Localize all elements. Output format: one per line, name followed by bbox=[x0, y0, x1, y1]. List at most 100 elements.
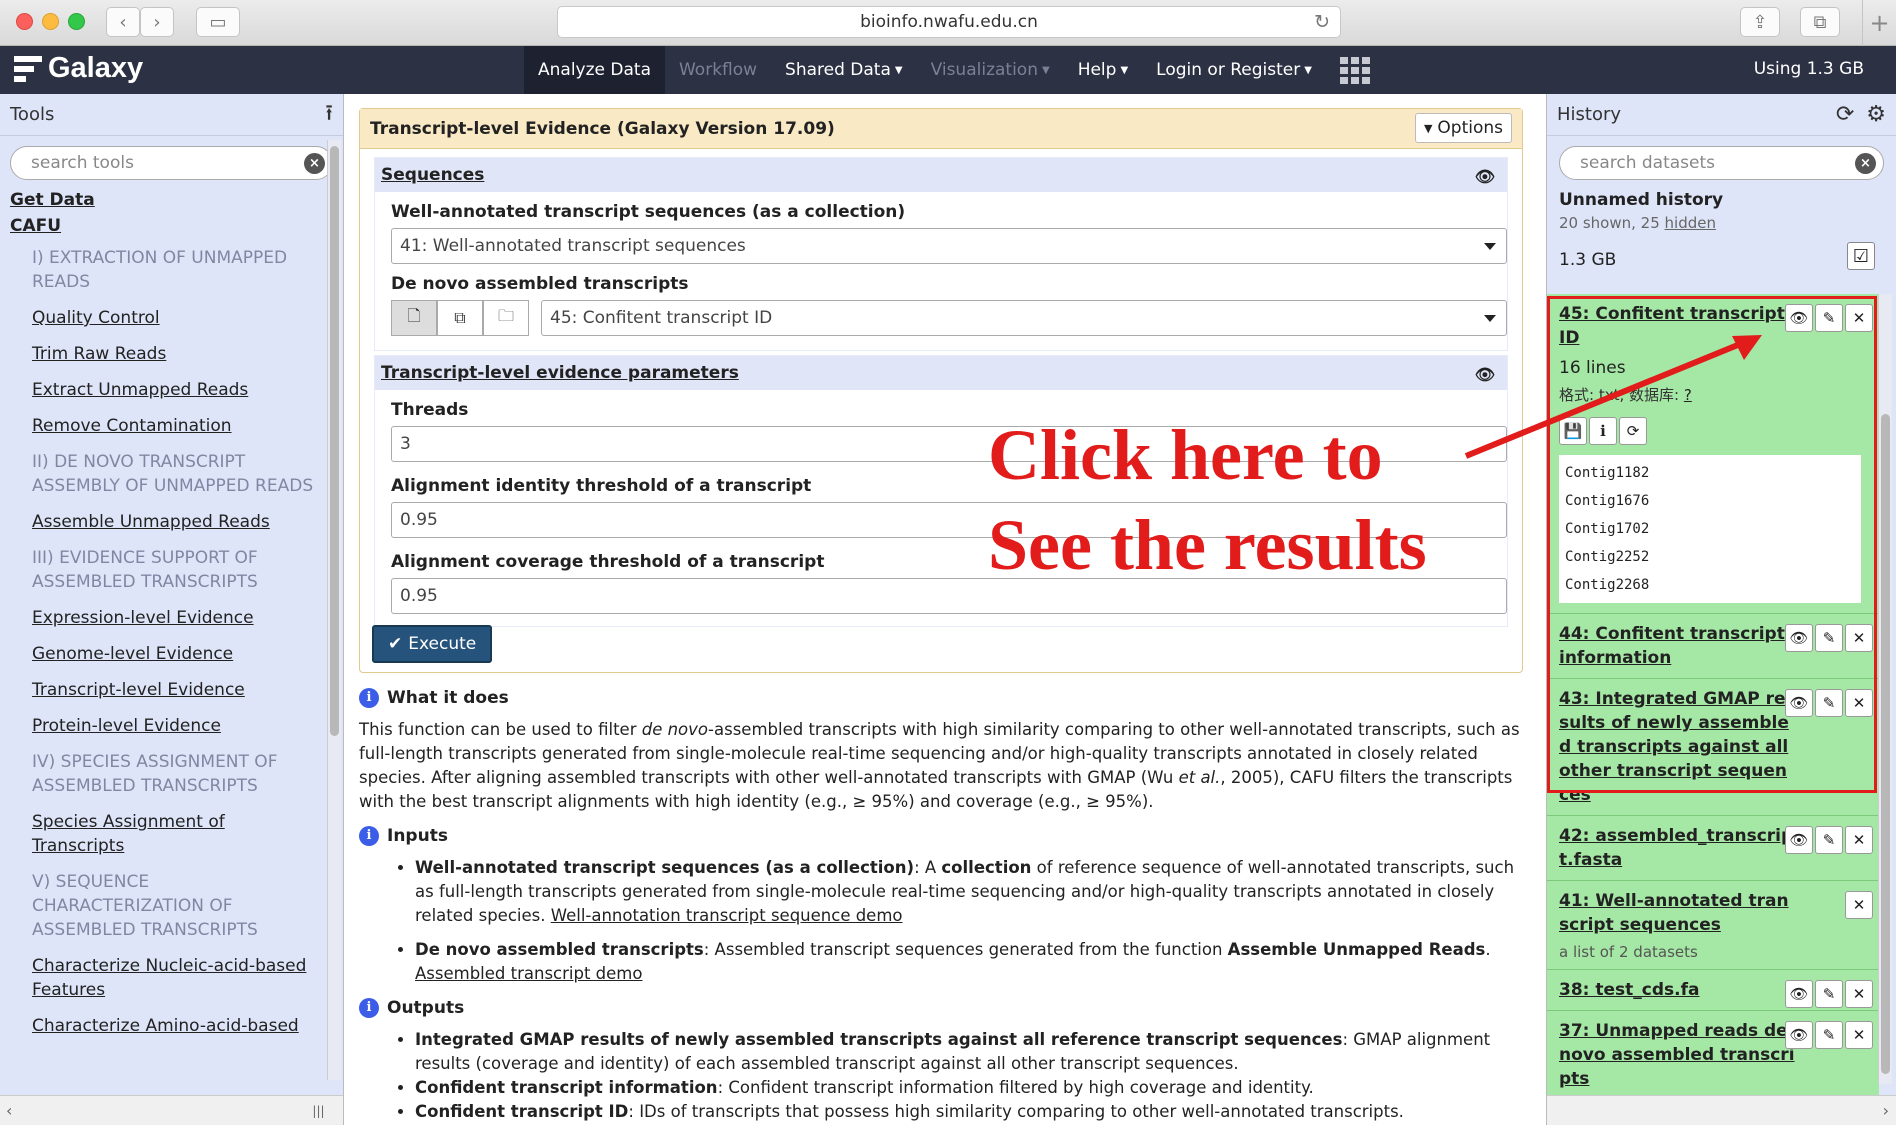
dataset-search-input[interactable]: search datasets × bbox=[1559, 146, 1884, 180]
sidebar-toggle-button[interactable]: ▭ bbox=[196, 7, 240, 37]
history-dataset[interactable]: 42: assembled_transcript.fasta 👁 ✎ ✕ bbox=[1547, 816, 1879, 881]
eye-icon[interactable]: 👁 bbox=[1785, 1021, 1813, 1049]
scroll-right-icon[interactable]: › bbox=[1883, 1101, 1889, 1120]
tool-link[interactable]: Characterize Amino-acid-based bbox=[10, 1014, 320, 1038]
dataset-title[interactable]: 37: Unmapped reads de novo assembled tra… bbox=[1559, 1019, 1795, 1091]
history-scrollbar[interactable] bbox=[1878, 294, 1892, 1084]
dataset-title[interactable]: 38: test_cds.fa bbox=[1559, 978, 1795, 1002]
sequences-section-header[interactable]: Sequences 👁 bbox=[375, 158, 1507, 192]
zoom-window-button[interactable] bbox=[68, 13, 85, 30]
wellannotated-select[interactable]: 41: Well-annotated transcript sequences bbox=[391, 228, 1507, 264]
tool-panel-hscrollbar[interactable]: ‹ ||| bbox=[0, 1095, 343, 1125]
tool-link[interactable]: Characterize Nucleic-acid-based Features bbox=[10, 954, 320, 1002]
eye-icon[interactable]: 👁 bbox=[1785, 304, 1813, 332]
sidebar-icon: ▭ bbox=[209, 11, 227, 33]
tool-link[interactable]: CAFU bbox=[10, 216, 320, 236]
select-datasets-button[interactable]: ☑ bbox=[1847, 242, 1875, 270]
pencil-icon[interactable]: ✎ bbox=[1815, 689, 1843, 717]
tool-panel-scrollbar[interactable] bbox=[327, 140, 341, 1080]
dataset-title[interactable]: 43: Integrated GMAP results of newly ass… bbox=[1559, 687, 1795, 807]
tool-link[interactable]: Extract Unmapped Reads bbox=[10, 378, 320, 402]
dataset-title[interactable]: 42: assembled_transcript.fasta bbox=[1559, 824, 1795, 872]
close-icon[interactable]: ✕ bbox=[1845, 304, 1873, 332]
wellannotation-demo-link[interactable]: Well-annotation transcript sequence demo bbox=[551, 906, 903, 925]
info-icon: i bbox=[359, 998, 379, 1018]
checkbox-icon: ☑ bbox=[1852, 245, 1870, 267]
close-icon[interactable]: ✕ bbox=[1845, 980, 1873, 1008]
reload-icon[interactable]: ↻ bbox=[1314, 11, 1330, 33]
tool-link[interactable]: Protein-level Evidence bbox=[10, 714, 320, 738]
close-icon[interactable]: ✕ bbox=[1845, 826, 1873, 854]
dataset-subtitle: a list of 2 datasets bbox=[1559, 943, 1698, 961]
file-icon: 🗋 bbox=[407, 305, 421, 325]
nav-item-0[interactable]: Analyze Data bbox=[524, 46, 665, 94]
peek-line: Contig2252 bbox=[1565, 549, 1650, 565]
history-dataset[interactable]: 41: Well-annotated transcript sequences ✕… bbox=[1547, 881, 1879, 970]
tool-link[interactable]: Expression-level Evidence bbox=[10, 606, 320, 630]
close-icon[interactable]: ✕ bbox=[1845, 1021, 1873, 1049]
back-button[interactable]: ‹ bbox=[106, 7, 140, 37]
nav-item-2[interactable]: Shared Data ▼ bbox=[771, 46, 917, 94]
clear-search-icon[interactable]: × bbox=[304, 153, 325, 174]
multiple-datasets-button[interactable]: ⧉ bbox=[437, 300, 483, 336]
pencil-icon[interactable]: ✎ bbox=[1815, 304, 1843, 332]
options-button[interactable]: ▼ Options bbox=[1414, 113, 1512, 143]
tool-search-input[interactable]: search tools × bbox=[10, 146, 333, 180]
list-item: Integrated GMAP results of newly assembl… bbox=[415, 1028, 1523, 1076]
eye-icon[interactable]: 👁 bbox=[1785, 689, 1813, 717]
address-bar[interactable]: bioinfo.nwafu.edu.cn ↻ bbox=[557, 6, 1341, 38]
pencil-icon[interactable]: ✎ bbox=[1815, 980, 1843, 1008]
eye-icon[interactable]: 👁 bbox=[1785, 980, 1813, 1008]
galaxy-brand[interactable]: Galaxy bbox=[14, 52, 143, 85]
history-hscrollbar[interactable]: › bbox=[1547, 1095, 1896, 1125]
gear-icon[interactable]: ⚙ bbox=[1866, 102, 1886, 127]
scroll-left-icon[interactable]: ‹ bbox=[6, 1101, 12, 1120]
tool-link[interactable]: Species Assignment of Transcripts bbox=[10, 810, 320, 858]
tool-link[interactable]: Get Data bbox=[10, 190, 320, 210]
minimize-window-button[interactable] bbox=[42, 13, 59, 30]
tool-link[interactable]: Genome-level Evidence bbox=[10, 642, 320, 666]
upload-icon[interactable]: ⭱ bbox=[325, 96, 333, 134]
denovo-select[interactable]: 45: Confitent transcript ID bbox=[541, 300, 1507, 336]
nav-item-4[interactable]: Help ▼ bbox=[1064, 46, 1142, 94]
close-icon[interactable]: ✕ bbox=[1845, 891, 1873, 919]
single-dataset-button[interactable]: 🗋 bbox=[391, 300, 437, 336]
history-name[interactable]: Unnamed history bbox=[1559, 190, 1896, 210]
eye-icon[interactable]: 👁 bbox=[1785, 624, 1813, 652]
hidden-link[interactable]: hidden bbox=[1665, 214, 1716, 232]
assembled-demo-link[interactable]: Assembled transcript demo bbox=[415, 964, 642, 983]
close-icon[interactable]: ✕ bbox=[1845, 624, 1873, 652]
tool-link[interactable]: Transcript-level Evidence bbox=[10, 678, 320, 702]
dataset-title[interactable]: 41: Well-annotated transcript sequences bbox=[1559, 889, 1795, 937]
tool-link[interactable]: Quality Control bbox=[10, 306, 320, 330]
execute-button[interactable]: ✔ Execute bbox=[372, 625, 493, 663]
pencil-icon[interactable]: ✎ bbox=[1815, 826, 1843, 854]
tabs-overview-button[interactable]: ⧉ bbox=[1800, 7, 1840, 37]
tool-link[interactable]: Assemble Unmapped Reads bbox=[10, 510, 320, 534]
pencil-icon[interactable]: ✎ bbox=[1815, 1021, 1843, 1049]
apps-button[interactable] bbox=[1326, 46, 1384, 94]
nav-item-1[interactable]: Workflow bbox=[665, 46, 771, 94]
clear-search-icon[interactable]: × bbox=[1855, 153, 1876, 174]
quota-meter[interactable]: Using 1.3 GB bbox=[1754, 59, 1864, 79]
refresh-icon[interactable]: ⟳ bbox=[1836, 102, 1854, 127]
dataset-title[interactable]: 44: Confitent transcript information bbox=[1559, 622, 1795, 670]
nav-item-5[interactable]: Login or Register ▼ bbox=[1142, 46, 1326, 94]
tool-link[interactable]: Trim Raw Reads bbox=[10, 342, 320, 366]
eye-icon[interactable]: 👁 bbox=[1785, 826, 1813, 854]
history-dataset[interactable]: 38: test_cds.fa 👁 ✎ ✕ bbox=[1547, 970, 1879, 1011]
collection-button[interactable]: 🗀 bbox=[483, 300, 529, 336]
new-tab-button[interactable]: + bbox=[1862, 0, 1896, 46]
nav-item-3[interactable]: Visualization ▼ bbox=[917, 46, 1064, 94]
forward-button[interactable]: › bbox=[140, 7, 174, 37]
eye-icon[interactable]: 👁 bbox=[1475, 167, 1495, 186]
close-icon[interactable]: ✕ bbox=[1845, 689, 1873, 717]
share-button[interactable]: ⇪ bbox=[1740, 7, 1780, 37]
close-window-button[interactable] bbox=[16, 13, 33, 30]
pencil-icon[interactable]: ✎ bbox=[1815, 624, 1843, 652]
history-dataset[interactable]: 43: Integrated GMAP results of newly ass… bbox=[1547, 679, 1879, 816]
history-dataset[interactable]: 44: Confitent transcript information 👁 ✎ ✕ bbox=[1547, 614, 1879, 679]
history-dataset[interactable]: 37: Unmapped reads de novo assembled tra… bbox=[1547, 1011, 1879, 1100]
tool-link[interactable]: Remove Contamination bbox=[10, 414, 320, 438]
params-section-header[interactable]: Transcript-level evidence parameters 👁 bbox=[375, 356, 1507, 390]
